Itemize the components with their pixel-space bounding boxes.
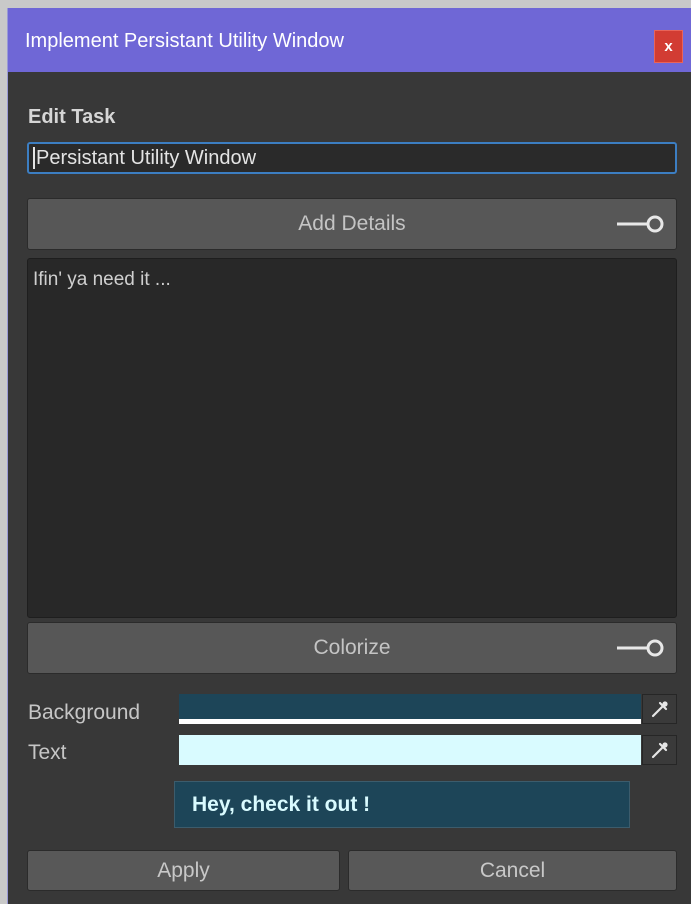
utility-window: Implement Persistant Utility Window x Ed… xyxy=(8,8,691,904)
apply-button[interactable]: Apply xyxy=(27,850,340,891)
toggle-on-icon xyxy=(617,215,664,233)
add-details-toggle[interactable]: Add Details xyxy=(27,198,677,250)
close-button[interactable]: x xyxy=(654,30,683,63)
colorize-label: Colorize xyxy=(313,636,391,659)
text-color-swatch[interactable] xyxy=(179,735,641,765)
background-eyedropper-button[interactable] xyxy=(642,694,677,724)
background-color-label: Background xyxy=(28,701,141,724)
background-color-swatch[interactable] xyxy=(179,694,641,724)
cancel-button[interactable]: Cancel xyxy=(348,850,677,891)
text-caret xyxy=(33,147,35,169)
eyedropper-icon xyxy=(651,701,668,718)
close-icon: x xyxy=(664,38,673,55)
toggle-on-icon xyxy=(617,639,664,657)
window-title: Implement Persistant Utility Window xyxy=(25,30,344,52)
add-details-label: Add Details xyxy=(298,212,406,235)
colorize-toggle[interactable]: Colorize xyxy=(27,622,677,674)
text-eyedropper-button[interactable] xyxy=(642,735,677,765)
text-color-label: Text xyxy=(28,741,67,764)
task-name-input[interactable] xyxy=(27,142,677,174)
eyedropper-icon xyxy=(651,742,668,759)
edit-task-heading: Edit Task xyxy=(28,106,116,128)
title-bar[interactable]: Implement Persistant Utility Window x xyxy=(8,8,691,72)
color-preview: Hey, check it out ! xyxy=(174,781,630,828)
details-textarea[interactable]: Ifin' ya need it ... xyxy=(27,258,677,618)
